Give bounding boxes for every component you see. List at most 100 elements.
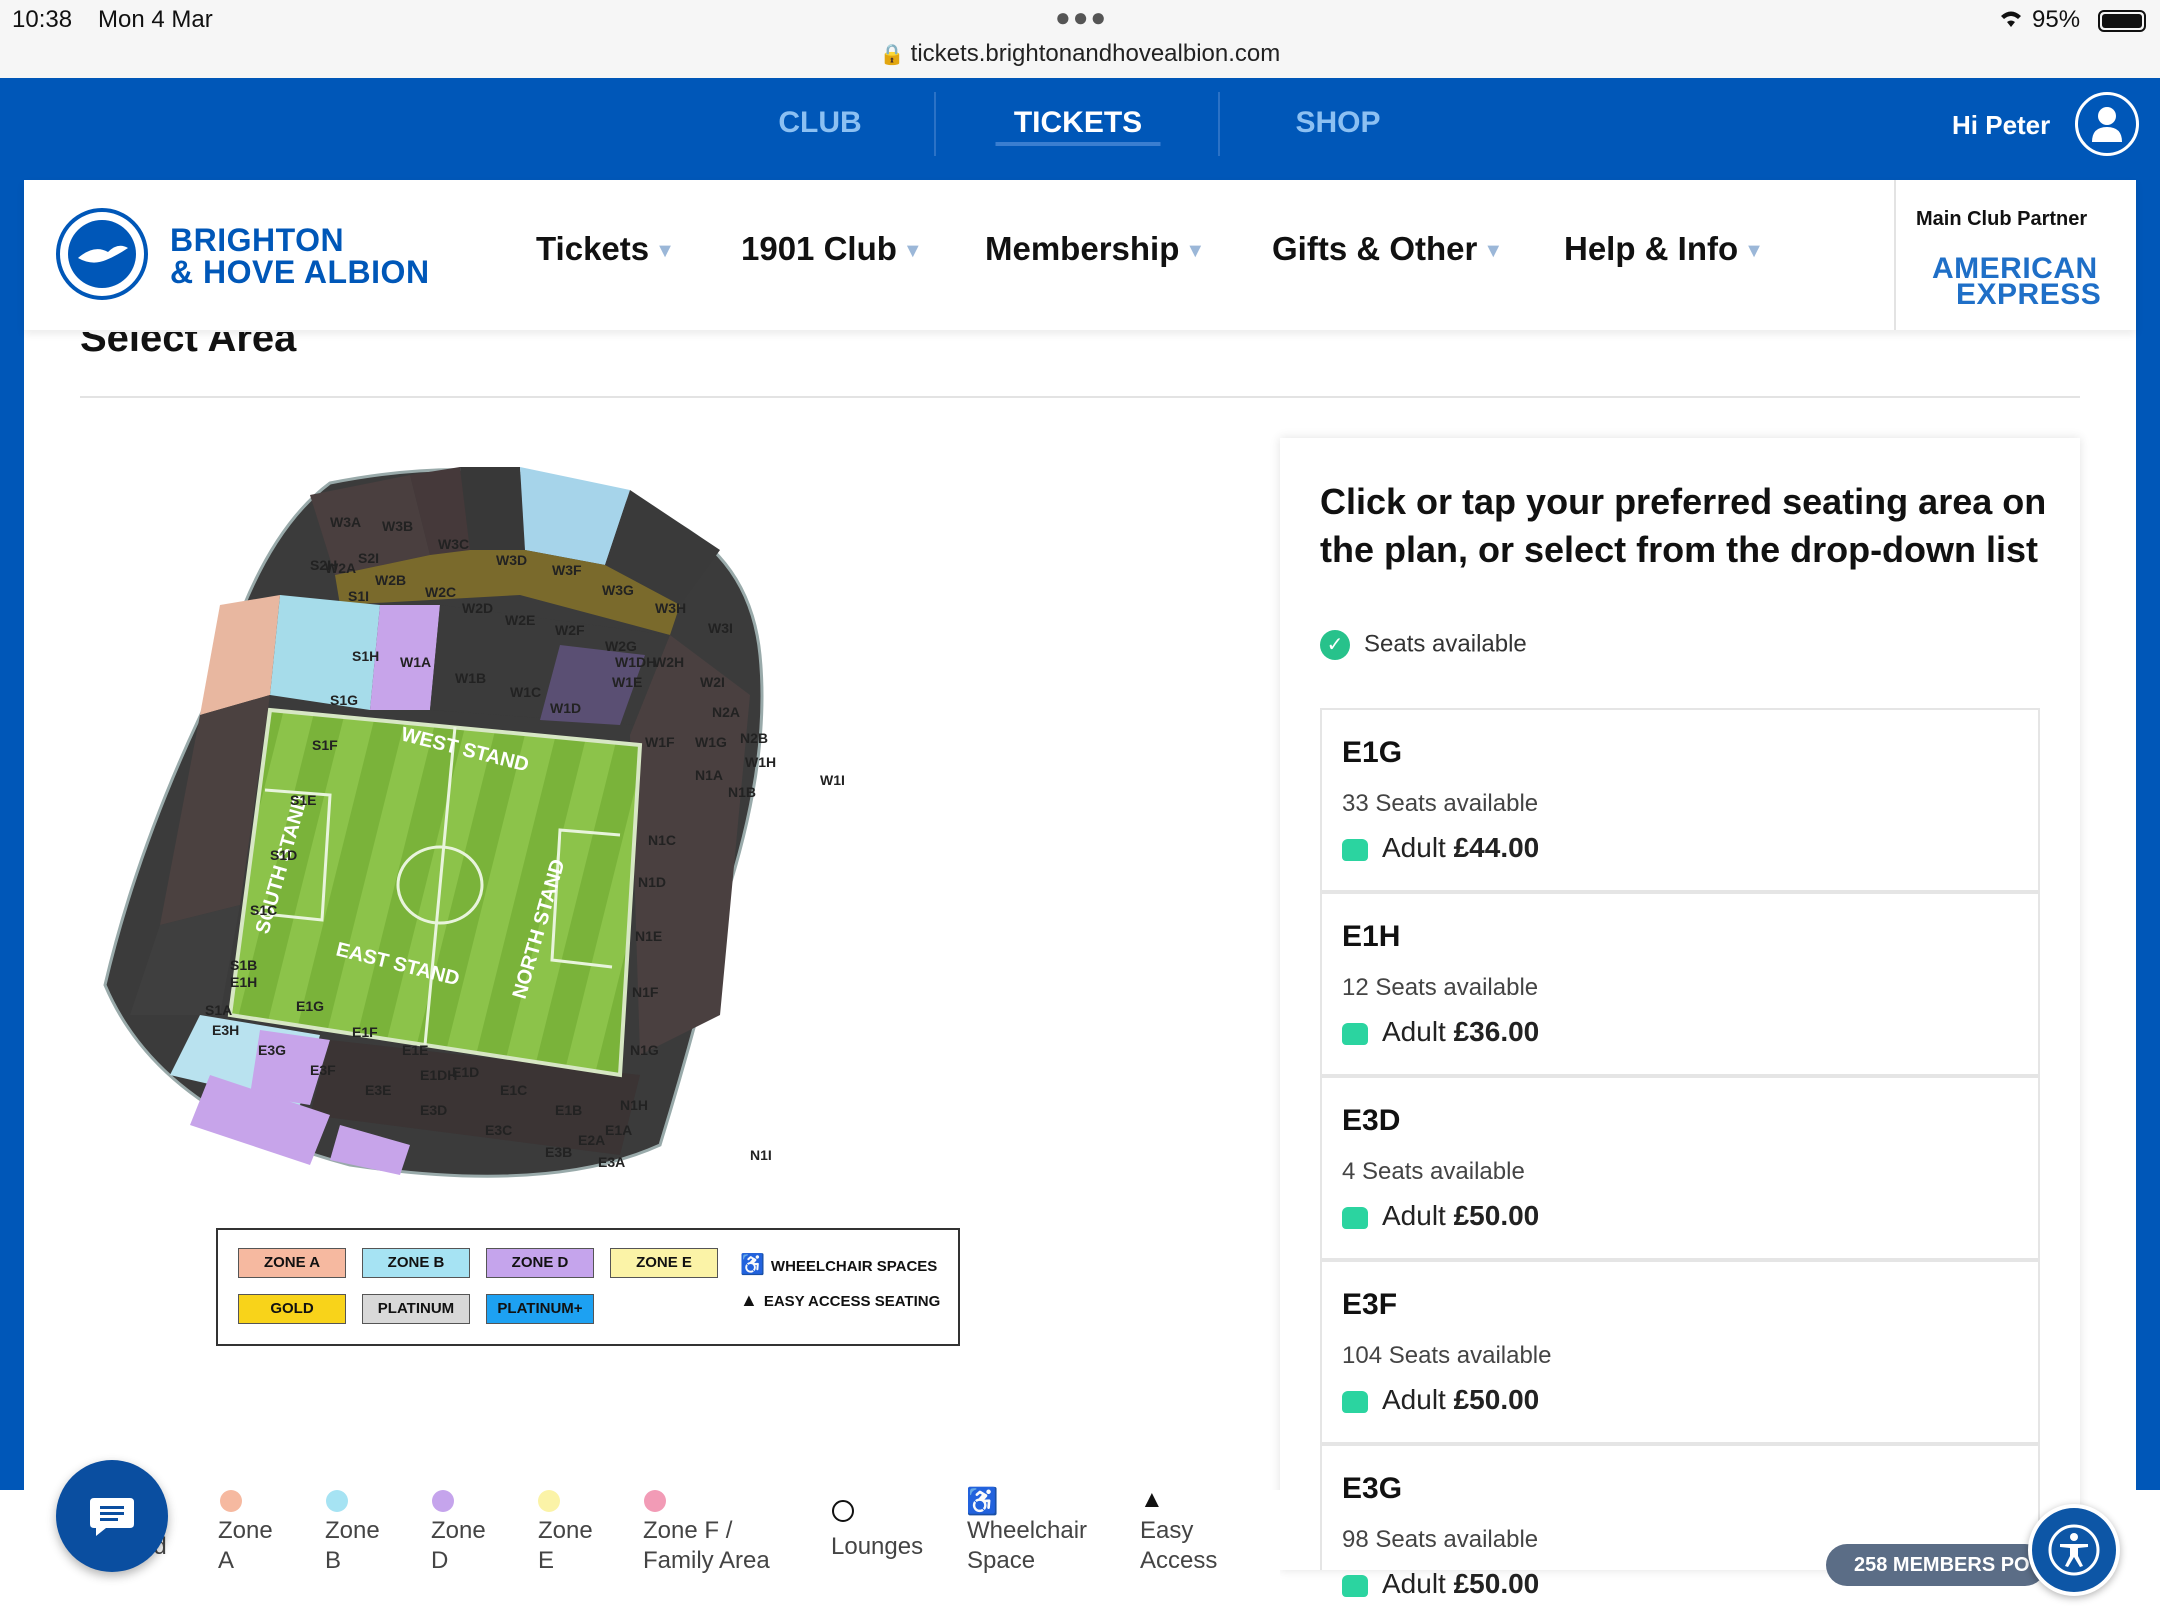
section-label[interactable]: N2B xyxy=(740,730,768,746)
stadium-seating-map[interactable]: WEST STAND EAST STAND SOUTH STAND NORTH … xyxy=(100,455,1020,1215)
section-label[interactable]: N1D xyxy=(638,874,666,890)
wifi-icon xyxy=(1996,6,2026,37)
area-code: E1H xyxy=(1342,920,1401,953)
area-card-e1h[interactable]: E1H 12 Seats available Adult £36.00 xyxy=(1320,892,2040,1076)
section-label[interactable]: N1B xyxy=(728,784,756,800)
section-label[interactable]: W2C xyxy=(425,584,456,600)
area-seats: 98 Seats available xyxy=(1342,1526,1539,1553)
section-label[interactable]: E1F xyxy=(352,1024,378,1040)
section-label[interactable]: E3G xyxy=(258,1042,286,1058)
section-label[interactable]: E1C xyxy=(500,1082,527,1098)
section-label[interactable]: S2I xyxy=(358,550,379,566)
section-label[interactable]: N1H xyxy=(620,1097,648,1113)
section-label[interactable]: W2D xyxy=(462,600,493,616)
section-label[interactable]: W3A xyxy=(330,514,361,530)
section-label[interactable]: E1G xyxy=(296,998,324,1014)
area-seats: 104 Seats available xyxy=(1342,1342,1552,1369)
section-label[interactable]: W1C xyxy=(510,684,541,700)
section-label[interactable]: W2I xyxy=(700,674,725,690)
section-label[interactable]: N1F xyxy=(632,984,659,1000)
menu-help-info[interactable]: Help & Info ▼ xyxy=(1564,230,1764,268)
section-label[interactable]: W3H xyxy=(655,600,686,616)
section-label[interactable]: E3D xyxy=(420,1102,447,1118)
area-card-e3f[interactable]: E3F 104 Seats available Adult £50.00 xyxy=(1320,1260,2040,1444)
address-bar[interactable]: 🔒 tickets.brightonandhovealbion.com xyxy=(0,40,2160,68)
members-badge[interactable]: 258 MEMBERS PO xyxy=(1826,1544,2046,1586)
section-label[interactable]: N1E xyxy=(635,928,662,944)
main-club-partner[interactable]: Main Club Partner AMERICAN EXPRESS xyxy=(1894,180,2136,330)
section-label[interactable]: W3B xyxy=(382,518,413,534)
section-label[interactable]: S1H xyxy=(352,648,379,664)
section-divider xyxy=(80,396,2080,398)
section-label[interactable]: S1B xyxy=(230,957,257,973)
section-label[interactable]: E3C xyxy=(485,1122,512,1138)
section-label[interactable]: W3D xyxy=(496,552,527,568)
chat-icon xyxy=(90,1498,134,1536)
section-label[interactable]: E3B xyxy=(545,1144,572,1160)
section-label[interactable]: W1E xyxy=(612,674,642,690)
menu-gifts-other[interactable]: Gifts & Other ▼ xyxy=(1272,230,1503,268)
section-label[interactable]: E3E xyxy=(365,1082,391,1098)
section-label[interactable]: W3F xyxy=(552,562,582,578)
accessibility-button[interactable] xyxy=(2028,1504,2120,1596)
wheelchair-legend-text: WHEELCHAIR SPACES xyxy=(770,1258,938,1275)
section-label[interactable]: W1D xyxy=(550,700,581,716)
section-label[interactable]: N1G xyxy=(630,1042,659,1058)
section-label[interactable]: W2E xyxy=(505,612,535,628)
section-label[interactable]: E1D xyxy=(452,1064,479,1080)
section-label[interactable]: W2G xyxy=(605,638,637,654)
section-label[interactable]: S2H xyxy=(310,557,337,573)
tab-club[interactable]: CLUB xyxy=(740,78,900,180)
area-price: Adult £50.00 xyxy=(1342,1200,1539,1232)
section-label[interactable]: N1A xyxy=(695,767,723,783)
tab-shop[interactable]: SHOP xyxy=(1258,78,1418,180)
section-label[interactable]: N1I xyxy=(750,1147,772,1163)
chat-button[interactable] xyxy=(56,1460,168,1572)
section-label[interactable]: W1G xyxy=(695,734,727,750)
section-label[interactable]: E1A xyxy=(605,1122,632,1138)
menu-membership[interactable]: Membership ▼ xyxy=(985,230,1205,268)
section-label[interactable]: W1H xyxy=(745,754,776,770)
more-dots-icon[interactable]: ●●● xyxy=(1055,2,1108,33)
tab-tickets[interactable]: TICKETS xyxy=(978,78,1178,180)
user-icon[interactable] xyxy=(2075,92,2139,156)
section-label[interactable]: E3F xyxy=(310,1062,336,1078)
section-label[interactable]: S1C xyxy=(250,902,277,918)
area-price: Adult £50.00 xyxy=(1342,1568,1539,1600)
accessibility-icon xyxy=(2048,1524,2100,1576)
club-crest-logo[interactable] xyxy=(56,208,148,300)
section-label[interactable]: W2B xyxy=(375,572,406,588)
area-card-e3d[interactable]: E3D 4 Seats available Adult £50.00 xyxy=(1320,1076,2040,1260)
greeting[interactable]: Hi Peter xyxy=(1952,110,2050,141)
section-label[interactable]: W1F xyxy=(645,734,675,750)
menu-tickets[interactable]: Tickets ▼ xyxy=(536,230,675,268)
section-label[interactable]: W1I xyxy=(820,772,845,788)
section-label[interactable]: E1B xyxy=(555,1102,582,1118)
menu-label: 1901 Club xyxy=(741,230,897,267)
section-label[interactable]: W2F xyxy=(555,622,585,638)
section-label[interactable]: E1E xyxy=(402,1042,428,1058)
section-label[interactable]: S1G xyxy=(330,692,358,708)
menu-1901-club[interactable]: 1901 Club ▼ xyxy=(741,230,923,268)
chevron-down-icon: ▼ xyxy=(655,239,675,262)
section-label[interactable]: W3C xyxy=(438,536,469,552)
area-card-e1g[interactable]: E1G 33 Seats available Adult £44.00 xyxy=(1320,708,2040,892)
section-label[interactable]: S1F xyxy=(312,737,338,753)
section-label[interactable]: E1H xyxy=(230,974,257,990)
section-label[interactable]: N1C xyxy=(648,832,676,848)
section-label[interactable]: W1B xyxy=(455,670,486,686)
section-label[interactable]: W3I xyxy=(708,620,733,636)
section-label[interactable]: W3G xyxy=(602,582,634,598)
club-name-logo[interactable]: BRIGHTON & HOVE ALBION xyxy=(170,224,430,288)
section-label[interactable]: S1A xyxy=(205,1002,232,1018)
section-label[interactable]: S1E xyxy=(290,792,316,808)
section-label[interactable]: E3A xyxy=(598,1154,625,1170)
section-label[interactable]: E3H xyxy=(212,1022,239,1038)
section-label[interactable]: E2A xyxy=(578,1132,605,1148)
section-label[interactable]: W1A xyxy=(400,654,431,670)
section-label[interactable]: W1DH xyxy=(615,654,656,670)
section-label[interactable]: S1I xyxy=(348,588,369,604)
section-label[interactable]: N2A xyxy=(712,704,740,720)
section-label[interactable]: W2H xyxy=(653,654,684,670)
section-label[interactable]: S1D xyxy=(270,847,297,863)
